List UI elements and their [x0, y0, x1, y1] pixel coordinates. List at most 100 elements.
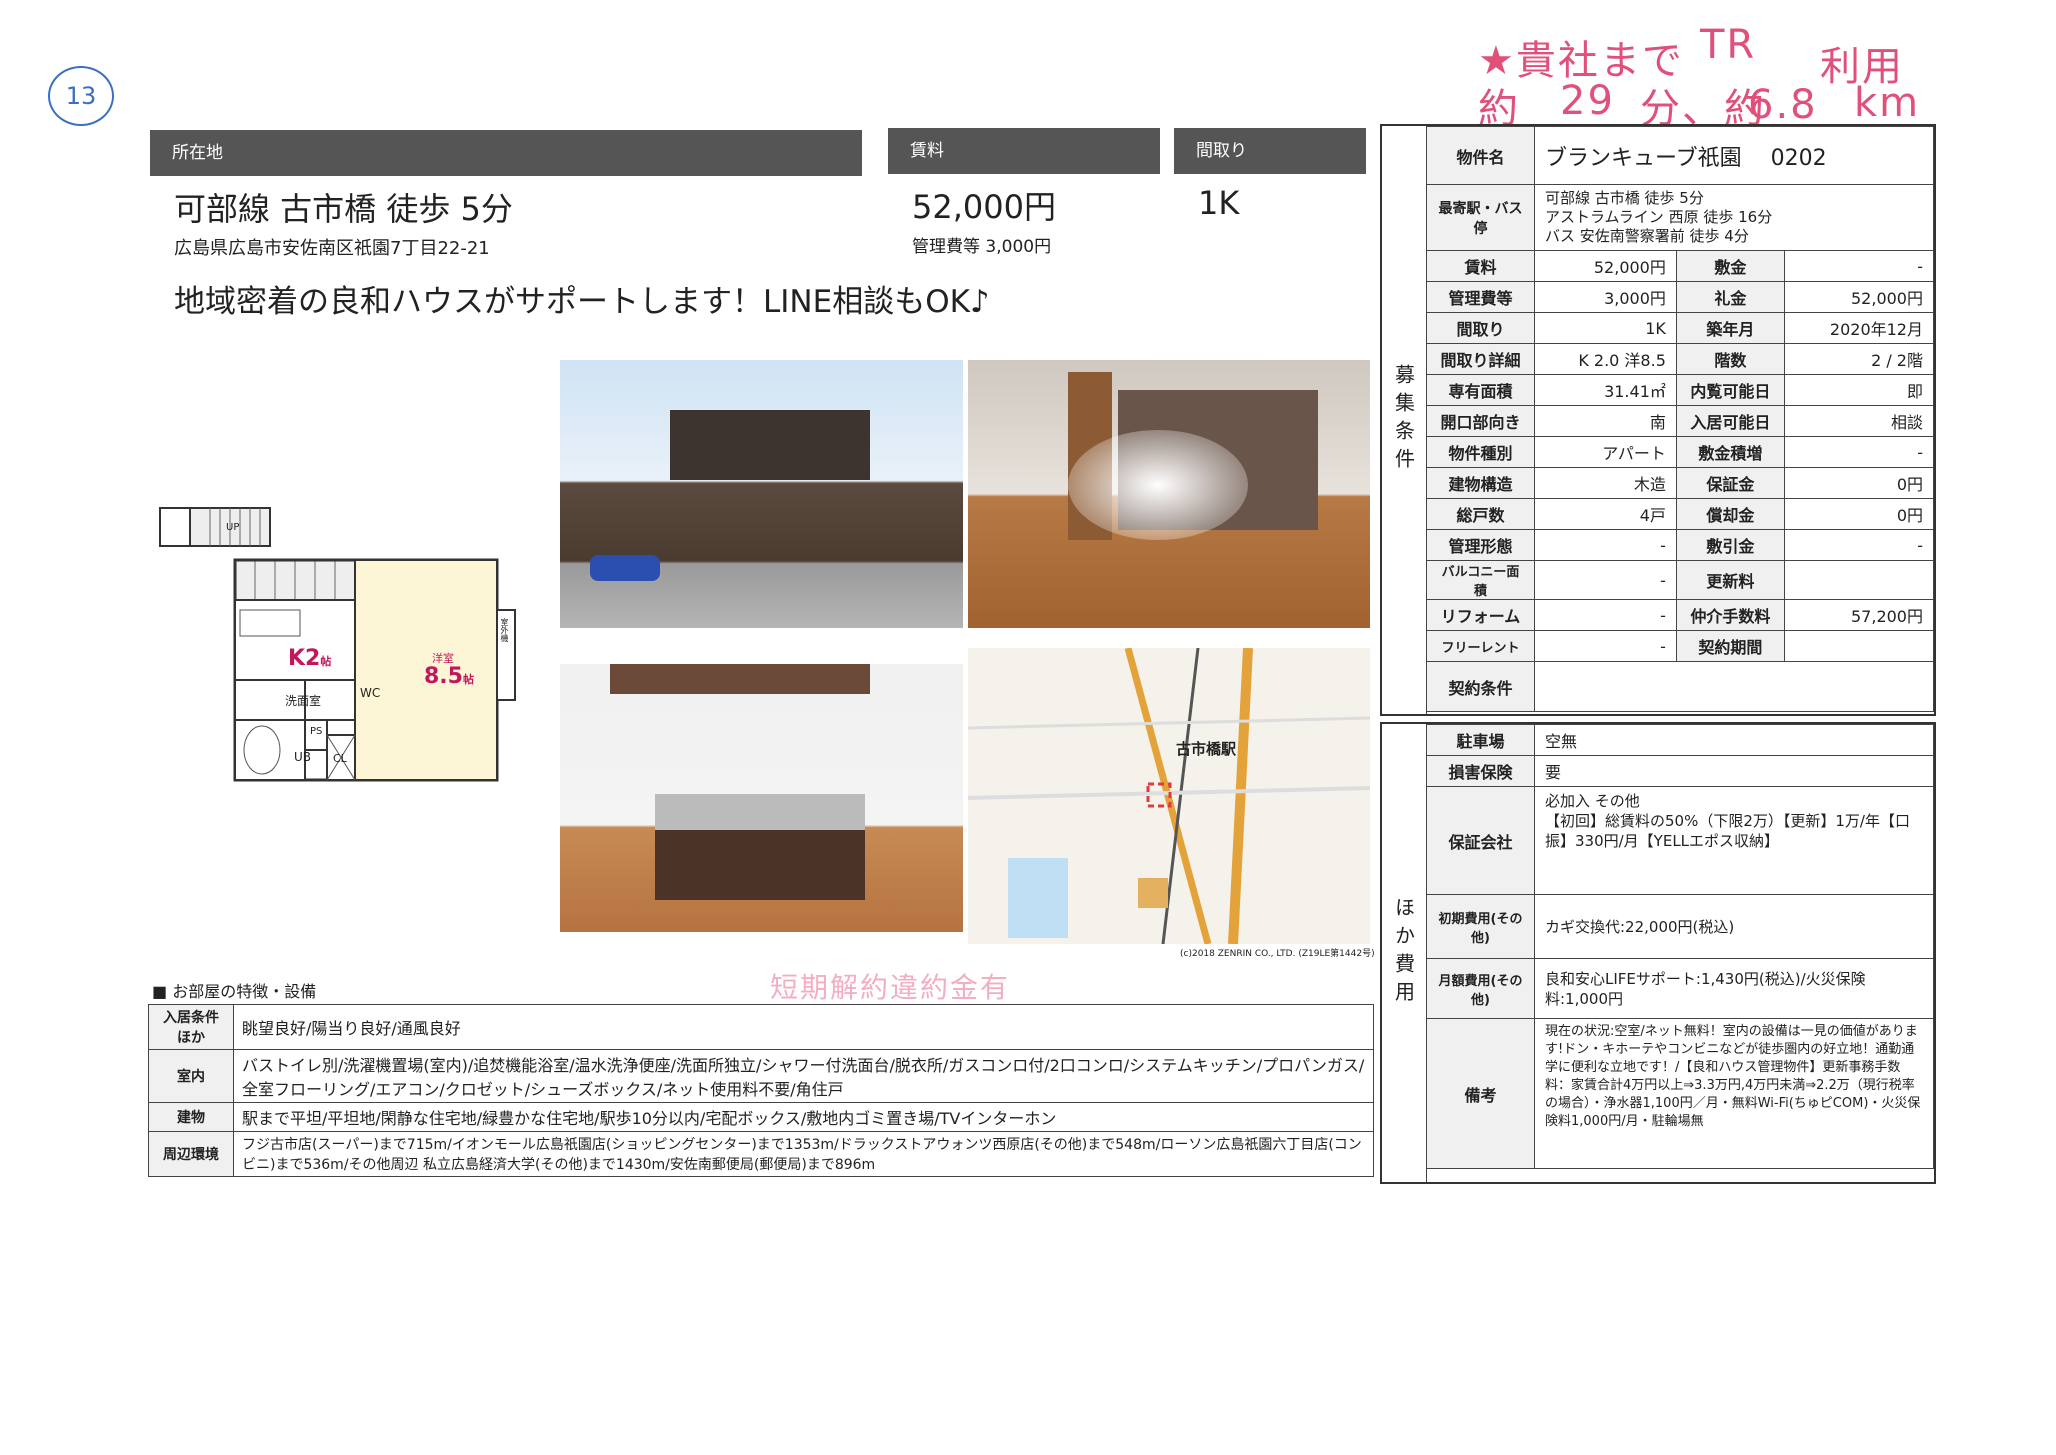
feature-value: 駅まで平坦/平坦地/閑静な住宅地/緑豊かな住宅地/駅歩10分以内/宅配ボックス/… [233, 1102, 1374, 1132]
range-hood [610, 664, 870, 694]
features-rows: 入居条件ほか 眺望良好/陽当り良好/通風良好 室内 バストイレ別/洗濯機置場(室内)/… [148, 1004, 1374, 1177]
spec-value: - [1534, 630, 1677, 662]
spec-value: 3,000円 [1534, 281, 1677, 313]
spec-value: - [1534, 529, 1677, 561]
spec-value: 57,200円 [1783, 599, 1935, 631]
spec-label: リフォーム [1426, 599, 1535, 631]
monthly-value: 良和安心LIFEサポート:1,430円(税込)/火災保険料:1,000円 [1534, 958, 1934, 1019]
spec-label: 入居可能日 [1675, 405, 1785, 437]
spec-value: 0円 [1783, 498, 1935, 530]
spec-row: 総戸数 4戸 償却金 0円 [1426, 498, 1935, 530]
spec-label: 内覧可能日 [1675, 374, 1785, 406]
feature-value: 眺望良好/陽当り良好/通風良好 [233, 1004, 1374, 1050]
spec-row: 間取り 1K 築年月 2020年12月 [1426, 312, 1935, 344]
costs-panel: ほか費用 駐車場 空無 損害保険 要 保証会社 必加入 その他 【初回】総賃料の… [1380, 722, 1936, 1184]
spec-label: 敷金積増 [1675, 436, 1785, 468]
spec-row: 間取り詳細 K 2.0 洋8.5 階数 2 / 2階 [1426, 343, 1935, 375]
monthly-label: 月額費用(その他) [1426, 958, 1535, 1019]
floor-ub-label: UB [294, 750, 312, 764]
nearest-row: 最寄駅・バス停 可部線 古市橋 徒歩 5分 アストラムライン 西原 徒歩 16分… [1426, 184, 1934, 251]
notes-row: 備考 現在の状況:空室/ネット無料！室内の設備は一見の価値があります!ドン・キホ… [1426, 1018, 1934, 1169]
spec-label: 管理費等 [1426, 281, 1535, 313]
contract-label: 契約条件 [1426, 661, 1535, 712]
costs-table: 駐車場 空無 損害保険 要 保証会社 必加入 その他 【初回】総賃料の50%（下… [1426, 724, 1934, 1169]
spec-row: リフォーム - 仲介手数料 57,200円 [1426, 599, 1935, 631]
spec-label: 開口部向き [1426, 405, 1535, 437]
spec-value: 52,000円 [1534, 250, 1677, 282]
spec-label: 物件種別 [1426, 436, 1535, 468]
spec-row: バルコニー面積 - 更新料 [1426, 560, 1935, 600]
feature-label: 周辺環境 [148, 1131, 234, 1177]
spec-label: 償却金 [1675, 498, 1785, 530]
spec-label: 総戸数 [1426, 498, 1535, 530]
management-fee: 管理費等 3,000円 [912, 237, 1052, 257]
floor-balcony-label: 室外機 [500, 618, 509, 642]
spec-value: 2020年12月 [1783, 312, 1935, 344]
feature-row: 室内 バストイレ別/洗濯機置場(室内)/追焚機能浴室/温水洗浄便座/洗面所独立/シ… [148, 1049, 1374, 1103]
feature-value: フジ古市店(スーパー)まで715m/イオンモール広島祇園店(ショッピングセンター… [233, 1131, 1374, 1177]
spec-label: 階数 [1675, 343, 1785, 375]
floor-plan: UP K2帖 洋室 8.5帖 洗面室 WC UB PS CL 室外機 [150, 500, 520, 790]
location-header: 所在地 [150, 130, 862, 176]
costs-table-wrap: 駐車場 空無 損害保険 要 保証会社 必加入 その他 【初回】総賃料の50%（下… [1426, 724, 1934, 1169]
handwritten-transport: TR [1700, 22, 1757, 68]
spec-table: 物件名 ブランキューブ祇園 0202 最寄駅・バス停 可部線 古市橋 徒歩 5分… [1426, 126, 1935, 712]
spec-value: - [1534, 560, 1677, 600]
spec-row: 賃料 52,000円 敷金 - [1426, 250, 1935, 282]
circled-number: 13 [48, 66, 114, 126]
spec-label: 間取り詳細 [1426, 343, 1535, 375]
spec-value: 南 [1534, 405, 1677, 437]
floor-k-label: K2帖 [288, 646, 332, 671]
property-name-label: 物件名 [1426, 126, 1535, 185]
feature-label: 室内 [148, 1049, 234, 1103]
spec-value: 1K [1534, 312, 1677, 344]
spec-row: 専有面積 31.41㎡ 内覧可能日即 [1426, 374, 1935, 406]
spec-value: 0円 [1783, 467, 1935, 499]
property-name: ブランキューブ祇園 0202 [1534, 126, 1934, 185]
handwritten-km-value: 6.8 [1748, 82, 1818, 128]
parking-row: 駐車場 空無 [1426, 724, 1934, 756]
spec-label: 専有面積 [1426, 374, 1535, 406]
spec-value: - [1783, 436, 1935, 468]
insurance-value: 要 [1534, 755, 1934, 787]
guarantor-value: 必加入 その他 【初回】総賃料の50%（下限2万）【更新】1万/年【口振】330… [1534, 786, 1934, 895]
spec-label: 保証金 [1675, 467, 1785, 499]
monthly-row: 月額費用(その他) 良和安心LIFEサポート:1,430円(税込)/火災保険料:… [1426, 958, 1934, 1019]
parking-label: 駐車場 [1426, 724, 1535, 756]
floor-ps-label: PS [310, 726, 323, 737]
spec-value: 4戸 [1534, 498, 1677, 530]
spec-row: 管理形態 - 敷引金 - [1426, 529, 1935, 561]
kitchen-photo [560, 664, 963, 932]
spec-label: 築年月 [1675, 312, 1785, 344]
feature-label: 入居条件ほか [148, 1004, 234, 1050]
spec-label: 敷金 [1675, 250, 1785, 282]
spec-row: 管理費等 3,000円 礼金 52,000円 [1426, 281, 1935, 313]
floor-washroom-label: 洗面室 [285, 694, 322, 708]
spec-row: 建物構造 木造 保証金 0円 [1426, 467, 1935, 499]
floor-wc-label: WC [360, 686, 381, 700]
features-table: 入居条件ほか 眺望良好/陽当り良好/通風良好 室内 バストイレ別/洗濯機置場(室内)/… [148, 1004, 1374, 1177]
spec-value: 相談 [1783, 405, 1935, 437]
spec-label: 更新料 [1675, 560, 1785, 600]
spec-label: 管理形態 [1426, 529, 1535, 561]
spec-label: 礼金 [1675, 281, 1785, 313]
spec-value [1783, 630, 1935, 662]
notes-label: 備考 [1426, 1018, 1535, 1169]
rent-header: 賃料 [888, 128, 1160, 174]
floor-room-size: 8.5帖 [424, 664, 474, 689]
spec-row: 物件種別 アパート 敷金積増 - [1426, 436, 1935, 468]
feature-row: 周辺環境 フジ古市店(スーパー)まで715m/イオンモール広島祇園店(ショッピング… [148, 1131, 1374, 1177]
spec-rows: 賃料 52,000円 敷金 - 管理費等 3,000円 礼金 52,000円 間取り 1K 築年月 2… [1426, 250, 1935, 662]
spec-label: 仲介手数料 [1675, 599, 1785, 631]
layout-value: 1K [1198, 184, 1240, 222]
guarantor-row: 保証会社 必加入 その他 【初回】総賃料の50%（下限2万）【更新】1万/年【口… [1426, 786, 1934, 895]
car [590, 555, 660, 581]
property-name-row: 物件名 ブランキューブ祇園 0202 [1426, 126, 1934, 185]
floor-cl-label: CL [333, 752, 347, 765]
spec-value: - [1534, 599, 1677, 631]
floor-up-label: UP [226, 522, 240, 533]
map-drawing [968, 648, 1370, 944]
feature-label: 建物 [148, 1102, 234, 1132]
spec-value: - [1783, 529, 1935, 561]
short-term-penalty-stamp: 短期解約違約金有 [770, 971, 1011, 1004]
